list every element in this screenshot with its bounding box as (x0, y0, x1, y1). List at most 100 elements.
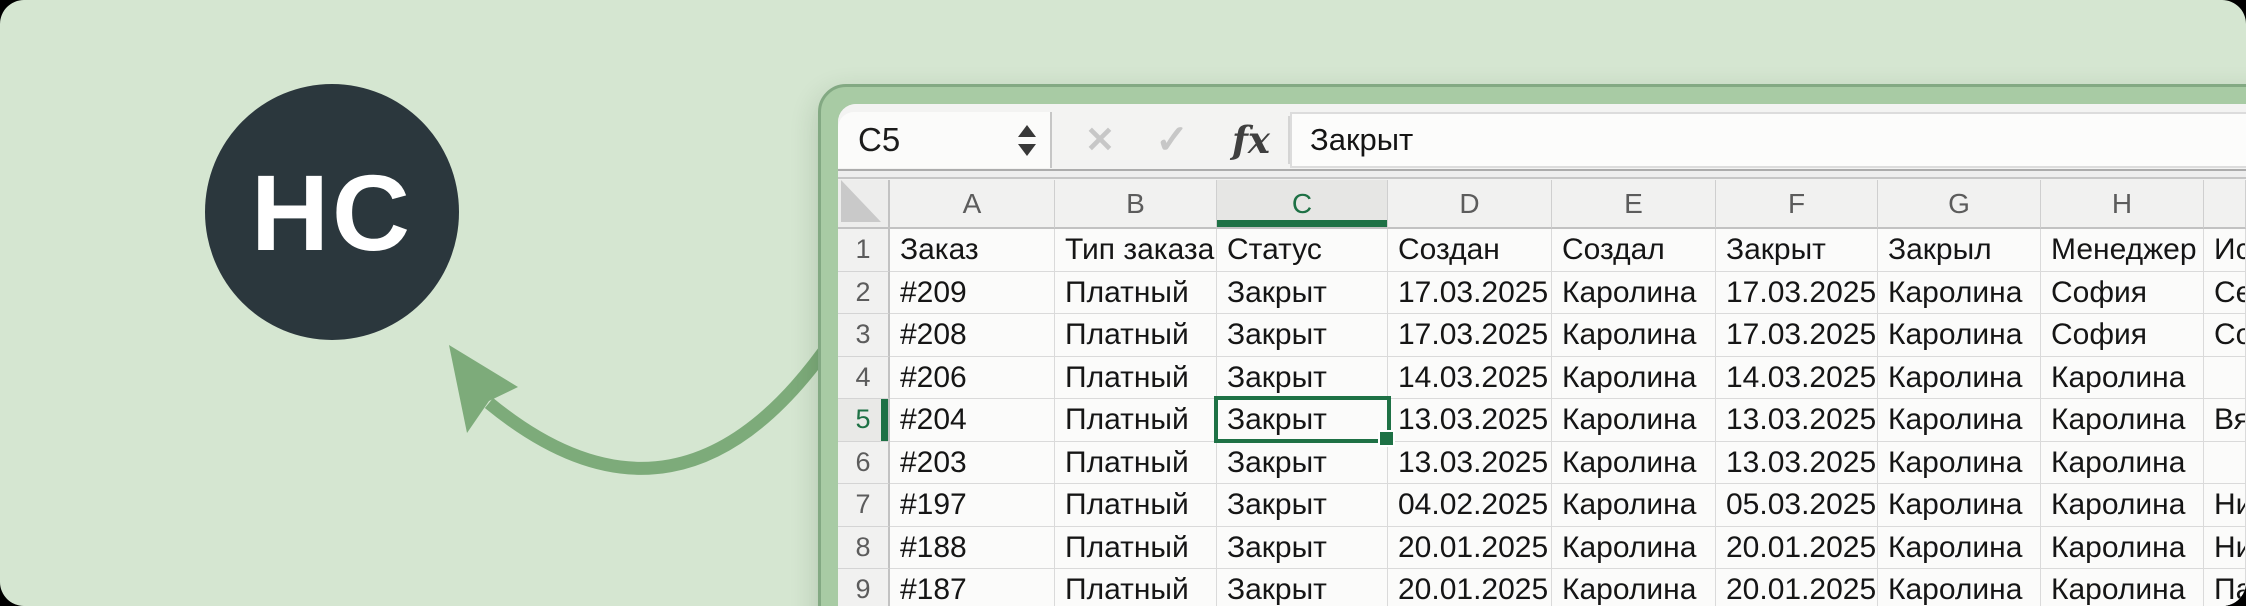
cell-D3[interactable]: 17.03.2025 (1388, 314, 1552, 357)
cell-C1[interactable]: Статус (1217, 229, 1388, 272)
spinner-up-icon[interactable] (1018, 124, 1036, 137)
cell-C4[interactable]: Закрыт (1217, 356, 1388, 399)
cell-G9[interactable]: Каролина (1878, 569, 2041, 606)
cell-H4[interactable]: Каролина (2041, 356, 2204, 399)
cell-I9[interactable]: Па (2204, 569, 2246, 606)
column-header-A[interactable]: A (890, 180, 1055, 229)
cell-A3[interactable]: #208 (890, 314, 1055, 357)
cell-C3[interactable]: Закрыт (1217, 314, 1388, 357)
select-all-corner[interactable] (838, 180, 890, 229)
cell-A2[interactable]: #209 (890, 271, 1055, 314)
fill-handle[interactable] (1378, 430, 1395, 447)
name-box[interactable]: C5 (838, 112, 1052, 168)
cell-A7[interactable]: #197 (890, 484, 1055, 527)
cell-E3[interactable]: Каролина (1552, 314, 1716, 357)
cell-G2[interactable]: Каролина (1878, 271, 2041, 314)
column-header-I[interactable] (2204, 180, 2246, 229)
insert-function-icon[interactable]: fx (1222, 112, 1280, 168)
cell-B9[interactable]: Платный (1055, 569, 1217, 606)
cell-I3[interactable]: Со (2204, 314, 2246, 357)
cell-C9[interactable]: Закрыт (1217, 569, 1388, 606)
cell-B4[interactable]: Платный (1055, 356, 1217, 399)
cell-F6[interactable]: 13.03.2025 (1716, 441, 1878, 484)
cell-H3[interactable]: София (2041, 314, 2204, 357)
cell-D7[interactable]: 04.02.2025 (1388, 484, 1552, 527)
cell-F7[interactable]: 05.03.2025 (1716, 484, 1878, 527)
spinner-down-icon[interactable] (1018, 143, 1036, 156)
row-header-9[interactable]: 9 (838, 569, 890, 606)
cell-I6[interactable] (2204, 441, 2246, 484)
cell-A8[interactable]: #188 (890, 526, 1055, 569)
cell-G1[interactable]: Закрыл (1878, 229, 2041, 272)
cell-B3[interactable]: Платный (1055, 314, 1217, 357)
column-header-H[interactable]: H (2041, 180, 2204, 229)
row-header-2[interactable]: 2 (838, 271, 890, 314)
cell-A1[interactable]: Заказ (890, 229, 1055, 272)
cell-B6[interactable]: Платный (1055, 441, 1217, 484)
cell-G8[interactable]: Каролина (1878, 526, 2041, 569)
cell-H9[interactable]: Каролина (2041, 569, 2204, 606)
row-header-6[interactable]: 6 (838, 441, 890, 484)
cell-I4[interactable] (2204, 356, 2246, 399)
row-header-8[interactable]: 8 (838, 526, 890, 569)
row-header-7[interactable]: 7 (838, 484, 890, 527)
cell-E5[interactable]: Каролина (1552, 399, 1716, 442)
cell-B1[interactable]: Тип заказа (1055, 229, 1217, 272)
cell-E1[interactable]: Создал (1552, 229, 1716, 272)
row-header-4[interactable]: 4 (838, 356, 890, 399)
cell-B5[interactable]: Платный (1055, 399, 1217, 442)
cell-C2[interactable]: Закрыт (1217, 271, 1388, 314)
cell-C7[interactable]: Закрыт (1217, 484, 1388, 527)
selected-cell-outline[interactable] (1214, 396, 1395, 447)
column-header-C[interactable]: C (1217, 180, 1388, 229)
cell-F8[interactable]: 20.01.2025 (1716, 526, 1878, 569)
cell-B2[interactable]: Платный (1055, 271, 1217, 314)
cell-D2[interactable]: 17.03.2025 (1388, 271, 1552, 314)
cell-D6[interactable]: 13.03.2025 (1388, 441, 1552, 484)
cell-C6[interactable]: Закрыт (1217, 441, 1388, 484)
formula-input[interactable]: Закрыт (1290, 112, 2246, 168)
row-header-5[interactable]: 5 (838, 399, 890, 442)
cell-A9[interactable]: #187 (890, 569, 1055, 606)
cell-G6[interactable]: Каролина (1878, 441, 2041, 484)
cell-H1[interactable]: Менеджер (2041, 229, 2204, 272)
cell-G5[interactable]: Каролина (1878, 399, 2041, 442)
cell-E2[interactable]: Каролина (1552, 271, 1716, 314)
cell-F3[interactable]: 17.03.2025 (1716, 314, 1878, 357)
cell-E9[interactable]: Каролина (1552, 569, 1716, 606)
name-box-spinner[interactable] (1018, 112, 1036, 168)
cell-D9[interactable]: 20.01.2025 (1388, 569, 1552, 606)
confirm-icon[interactable]: ✓ (1146, 112, 1198, 168)
cell-B8[interactable]: Платный (1055, 526, 1217, 569)
cell-A5[interactable]: #204 (890, 399, 1055, 442)
cell-G7[interactable]: Каролина (1878, 484, 2041, 527)
cell-I1[interactable]: Ис (2204, 229, 2246, 272)
cell-C8[interactable]: Закрыт (1217, 526, 1388, 569)
row-header-1[interactable]: 1 (838, 229, 890, 272)
column-header-B[interactable]: B (1055, 180, 1217, 229)
cell-D5[interactable]: 13.03.2025 (1388, 399, 1552, 442)
cell-E4[interactable]: Каролина (1552, 356, 1716, 399)
column-header-D[interactable]: D (1388, 180, 1552, 229)
cell-I2[interactable]: Се (2204, 271, 2246, 314)
cell-H6[interactable]: Каролина (2041, 441, 2204, 484)
cell-G4[interactable]: Каролина (1878, 356, 2041, 399)
cell-D4[interactable]: 14.03.2025 (1388, 356, 1552, 399)
column-header-G[interactable]: G (1878, 180, 2041, 229)
cell-G3[interactable]: Каролина (1878, 314, 2041, 357)
cell-E7[interactable]: Каролина (1552, 484, 1716, 527)
cell-H7[interactable]: Каролина (2041, 484, 2204, 527)
cell-F2[interactable]: 17.03.2025 (1716, 271, 1878, 314)
cell-E8[interactable]: Каролина (1552, 526, 1716, 569)
cell-H5[interactable]: Каролина (2041, 399, 2204, 442)
cell-I7[interactable]: Ни (2204, 484, 2246, 527)
column-header-F[interactable]: F (1716, 180, 1878, 229)
cell-H8[interactable]: Каролина (2041, 526, 2204, 569)
cell-B7[interactable]: Платный (1055, 484, 1217, 527)
cell-D1[interactable]: Создан (1388, 229, 1552, 272)
cell-F9[interactable]: 20.01.2025 (1716, 569, 1878, 606)
cancel-icon[interactable]: ✕ (1076, 112, 1124, 168)
cell-I8[interactable]: Ни (2204, 526, 2246, 569)
cell-F5[interactable]: 13.03.2025 (1716, 399, 1878, 442)
cell-E6[interactable]: Каролина (1552, 441, 1716, 484)
